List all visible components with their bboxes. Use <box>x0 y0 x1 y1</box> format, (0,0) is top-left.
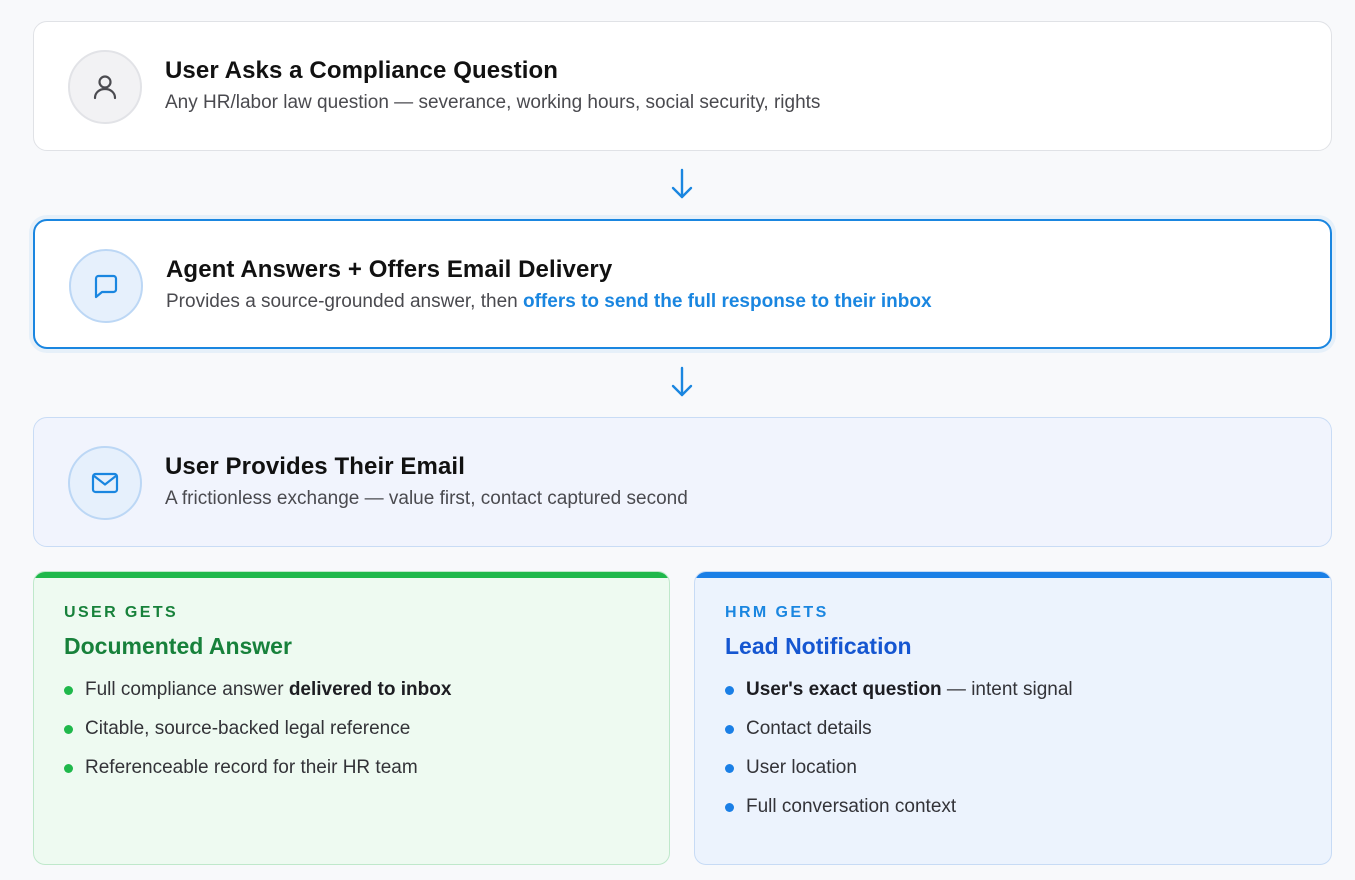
bullet-dot-icon <box>725 686 734 695</box>
list-item-suffix: — intent signal <box>941 679 1073 700</box>
step-1-text: User Asks a Compliance Question Any HR/l… <box>165 56 820 116</box>
step-3-text: User Provides Their Email A frictionless… <box>165 452 688 512</box>
bullet-dot-icon <box>64 725 73 734</box>
list-item: User's exact question — intent signal <box>725 677 1073 716</box>
step-description: Any HR/labor law question — severance, w… <box>165 92 821 113</box>
bullet-dot-icon <box>64 686 73 695</box>
outcome-bullet-list: Full compliance answer delivered to inbo… <box>64 677 451 794</box>
bullet-dot-icon <box>725 764 734 773</box>
step-title: Agent Answers + Offers Email Delivery <box>166 256 613 283</box>
list-item: User location <box>725 755 1073 794</box>
step-2-icon-circle <box>69 249 143 323</box>
list-item-text: Contact details <box>746 718 872 739</box>
step-3-icon-circle <box>68 446 142 520</box>
list-item: Full compliance answer delivered to inbo… <box>64 677 451 716</box>
list-item: Referenceable record for their HR team <box>64 755 451 794</box>
down-arrow-icon <box>671 366 693 397</box>
user-icon <box>93 75 117 100</box>
list-item-bold: User's exact question <box>746 679 942 700</box>
outcome-user-gets: USER GETS Documented Answer Full complia… <box>33 571 670 865</box>
outcome-bullet-list: User's exact question — intent signal Co… <box>725 677 1073 833</box>
bullet-dot-icon <box>725 803 734 812</box>
list-item: Contact details <box>725 716 1073 755</box>
outcome-title: Documented Answer <box>64 633 292 659</box>
step-description-highlight: offers to send the full response to thei… <box>523 291 932 312</box>
outcome-accent-bar <box>695 572 1331 578</box>
step-2-text: Agent Answers + Offers Email Delivery Pr… <box>166 255 932 315</box>
bullet-dot-icon <box>64 764 73 773</box>
list-item-bold: delivered to inbox <box>288 679 452 700</box>
envelope-icon <box>91 472 119 494</box>
list-item: Citable, source-backed legal reference <box>64 716 451 755</box>
step-title: User Asks a Compliance Question <box>165 57 559 84</box>
step-description-prefix: Provides a source-grounded answer, then <box>166 291 523 312</box>
list-item-text: Referenceable record for their HR team <box>85 757 418 778</box>
list-item-text: Citable, source-backed legal reference <box>85 718 411 739</box>
down-arrow-icon <box>671 168 693 199</box>
list-item-text: Full conversation context <box>746 796 957 817</box>
step-description: Provides a source-grounded answer, then … <box>166 289 932 315</box>
list-item-text: User location <box>746 757 857 778</box>
step-user-asks-question: User Asks a Compliance Question Any HR/l… <box>33 21 1332 151</box>
step-description: A frictionless exchange — value first, c… <box>165 488 688 509</box>
chat-bubble-icon <box>94 274 118 299</box>
outcome-hrm-gets: HRM GETS Lead Notification User's exact … <box>694 571 1332 865</box>
list-item-text: Full compliance answer <box>85 679 289 700</box>
step-1-icon-circle <box>68 50 142 124</box>
outcome-accent-bar <box>34 572 669 578</box>
bullet-dot-icon <box>725 725 734 734</box>
outcome-eyebrow: USER GETS <box>64 604 179 621</box>
step-agent-answers: Agent Answers + Offers Email Delivery Pr… <box>33 219 1332 349</box>
step-title: User Provides Their Email <box>165 453 465 480</box>
outcome-title: Lead Notification <box>725 633 912 659</box>
step-user-provides-email: User Provides Their Email A frictionless… <box>33 417 1332 547</box>
flow-diagram: User Asks a Compliance Question Any HR/l… <box>0 0 1355 880</box>
list-item: Full conversation context <box>725 794 1073 833</box>
outcome-eyebrow: HRM GETS <box>725 604 829 621</box>
